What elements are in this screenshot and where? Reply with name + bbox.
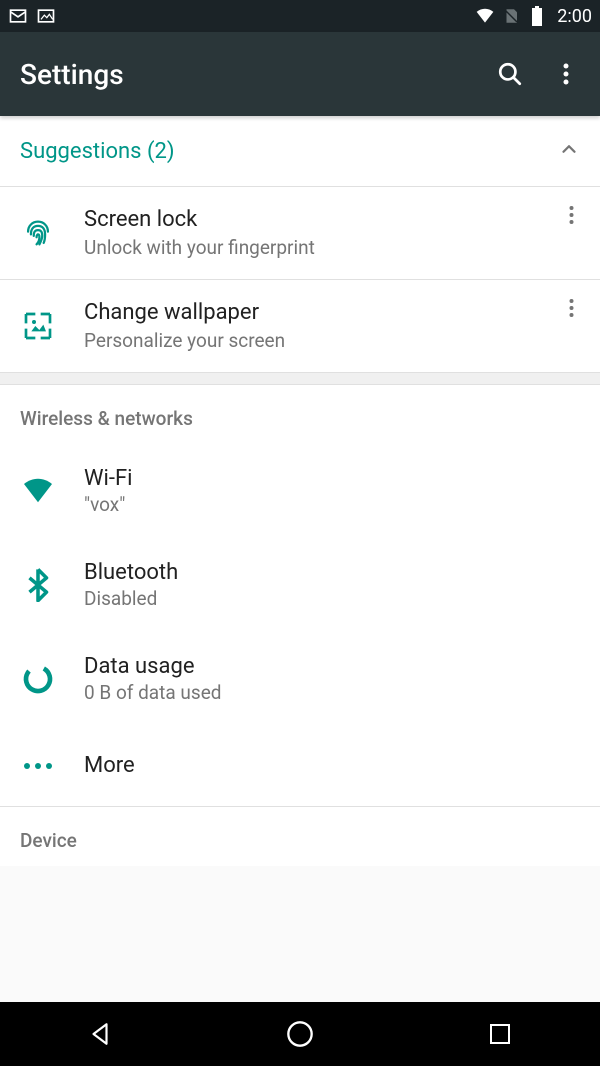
recent-icon [488,1022,512,1046]
suggestions-header[interactable]: Suggestions (2) [0,116,600,187]
section-header-device: Device [0,807,600,866]
setting-text: Wi-Fi "vox" [84,466,580,516]
setting-text: More [84,753,580,780]
back-icon [87,1021,113,1047]
wifi-icon [20,473,56,509]
settings-content[interactable]: Suggestions (2) Screen lock Unlock with … [0,116,600,1002]
more-vert-icon [569,298,574,318]
nav-back-button[interactable] [55,1014,145,1054]
data-usage-icon [20,661,56,697]
setting-title: Data usage [84,654,580,679]
more-horiz-icon [20,748,56,784]
setting-subtitle: Disabled [84,587,580,610]
suggestion-subtitle: Personalize your screen [84,329,580,352]
status-right: 2:00 [475,6,592,27]
app-bar: Settings [0,32,600,116]
search-button[interactable] [496,60,524,88]
overflow-menu-button[interactable] [552,60,580,88]
battery-icon [527,6,547,26]
page-title: Settings [20,58,124,91]
setting-title: Bluetooth [84,560,580,585]
suggestion-subtitle: Unlock with your fingerprint [84,236,580,259]
setting-bluetooth[interactable]: Bluetooth Disabled [0,538,600,632]
suggestion-more-button[interactable] [563,292,580,328]
wifi-status-icon [475,6,495,26]
status-bar: 2:00 [0,0,600,32]
setting-text: Bluetooth Disabled [84,560,580,610]
setting-more[interactable]: More [0,726,600,806]
no-sim-icon [501,6,521,26]
more-vert-icon [563,62,569,86]
setting-data-usage[interactable]: Data usage 0 B of data used [0,632,600,726]
setting-title: Wi-Fi [84,466,580,491]
navigation-bar [0,1002,600,1066]
suggestion-more-button[interactable] [563,199,580,235]
nav-recent-button[interactable] [455,1014,545,1054]
suggestion-title: Change wallpaper [84,300,580,325]
suggestion-screen-lock[interactable]: Screen lock Unlock with your fingerprint [0,187,600,280]
setting-subtitle: "vox" [84,493,580,516]
status-time: 2:00 [557,6,592,27]
setting-text: Data usage 0 B of data used [84,654,580,704]
app-bar-actions [496,60,580,88]
status-left [8,6,56,26]
bluetooth-icon [20,567,56,603]
section-gap [0,373,600,385]
mail-icon [8,6,28,26]
setting-title: More [84,753,580,778]
search-icon [497,61,523,87]
setting-wifi[interactable]: Wi-Fi "vox" [0,444,600,538]
more-vert-icon [569,205,574,225]
fingerprint-icon [20,215,56,251]
nav-home-button[interactable] [255,1014,345,1054]
suggestion-text: Screen lock Unlock with your fingerprint [84,207,580,259]
suggestion-text: Change wallpaper Personalize your screen [84,300,580,352]
wallpaper-icon [20,308,56,344]
gallery-icon [36,6,56,26]
home-icon [286,1020,314,1048]
suggestion-title: Screen lock [84,207,580,232]
chevron-up-icon [558,138,580,164]
suggestion-change-wallpaper[interactable]: Change wallpaper Personalize your screen [0,280,600,373]
setting-subtitle: 0 B of data used [84,681,580,704]
suggestions-title: Suggestions (2) [20,139,175,164]
section-header-wireless: Wireless & networks [0,385,600,444]
